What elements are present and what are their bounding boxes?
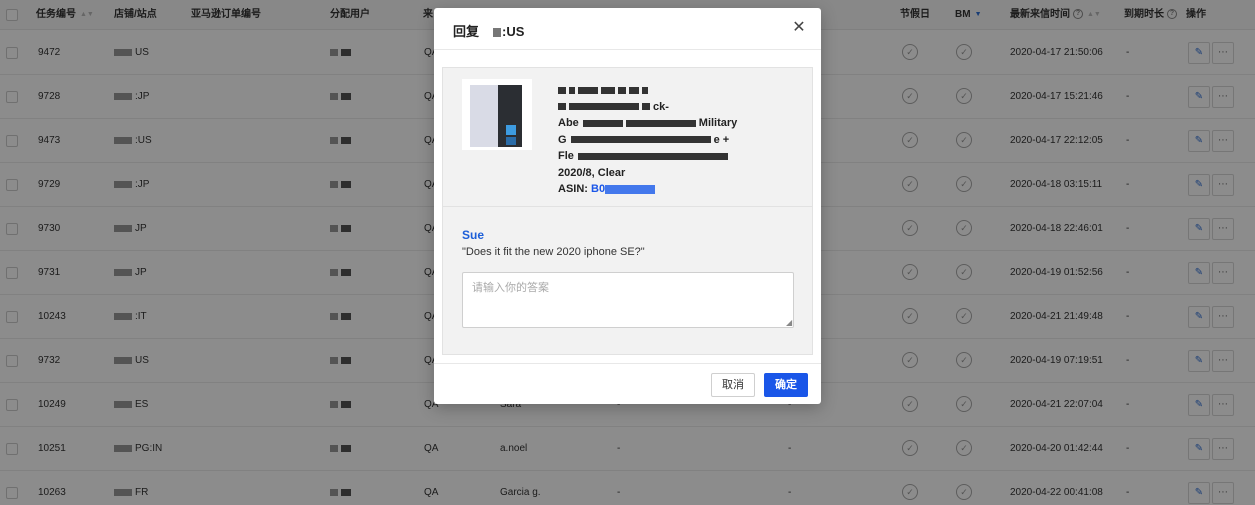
product-title-line: ck- xyxy=(558,99,778,116)
resize-grip-icon[interactable]: ◢ xyxy=(786,319,794,327)
asin-link[interactable]: B0 xyxy=(591,183,605,195)
redacted-mask xyxy=(629,86,639,94)
product-title-line: Ge + xyxy=(558,132,778,149)
redacted-mask xyxy=(601,86,615,94)
modal-title-prefix: 回复 xyxy=(453,24,480,39)
product-asin: ASIN: B0 xyxy=(558,181,778,198)
modal-header: 回复 :US ✕ xyxy=(434,8,821,50)
product-title-fragment: Military xyxy=(698,117,738,129)
asin-label: ASIN: xyxy=(558,183,588,195)
redacted-mask xyxy=(570,136,711,144)
product-title-fragment: ck- xyxy=(653,100,669,113)
modal-footer: 取消 确定 xyxy=(434,363,821,404)
question-area: Sue "Does it fit the new 2020 iphone SE?… xyxy=(443,207,812,354)
cancel-button[interactable]: 取消 xyxy=(711,373,755,397)
product-image xyxy=(470,85,522,147)
product-title-line: Abe Military xyxy=(558,115,778,132)
modal-title-suffix: :US xyxy=(502,24,525,39)
modal-title: 回复 :US xyxy=(453,21,524,40)
redacted-mask xyxy=(558,103,566,111)
product-title-fragment: e + xyxy=(713,133,730,146)
redacted-mask xyxy=(577,152,728,160)
redacted-mask xyxy=(558,86,566,94)
redacted-mask xyxy=(642,86,648,94)
product-title: ck- Abe Military Ge + Fle 2020/8, Clear A… xyxy=(558,82,778,198)
product-title-line xyxy=(558,82,778,99)
product-title-line: 2020/8, Clear xyxy=(558,166,626,179)
redacted-mask xyxy=(625,119,696,127)
redacted-mask xyxy=(493,28,502,38)
reply-modal: 回复 :US ✕ ck- Abe Military G e + Fle 2020… xyxy=(434,8,821,404)
question-text: "Does it fit the new 2020 iphone SE?" xyxy=(462,246,645,258)
redacted-mask xyxy=(618,86,626,94)
redacted-mask xyxy=(582,119,623,127)
redacted-mask xyxy=(569,103,639,111)
redacted-mask xyxy=(578,86,598,94)
redacted-mask xyxy=(569,86,575,94)
product-title-fragment: G xyxy=(558,133,567,146)
answer-input[interactable] xyxy=(462,272,794,328)
close-icon[interactable]: ✕ xyxy=(791,20,807,36)
confirm-button[interactable]: 确定 xyxy=(764,373,808,397)
product-image-blue-region xyxy=(506,125,516,135)
asker-name: Sue xyxy=(462,228,485,242)
product-title-fragment: Fle xyxy=(558,150,574,162)
redacted-mask xyxy=(605,184,656,194)
product-thumbnail xyxy=(462,79,532,150)
product-title-line: Fle xyxy=(558,148,778,165)
product-title-fragment: Abe xyxy=(558,117,579,129)
redacted-mask xyxy=(642,103,650,111)
product-info: ck- Abe Military Ge + Fle 2020/8, Clear A… xyxy=(443,68,812,207)
product-image-blue-region xyxy=(506,137,516,145)
modal-body: ck- Abe Military Ge + Fle 2020/8, Clear A… xyxy=(442,67,813,355)
